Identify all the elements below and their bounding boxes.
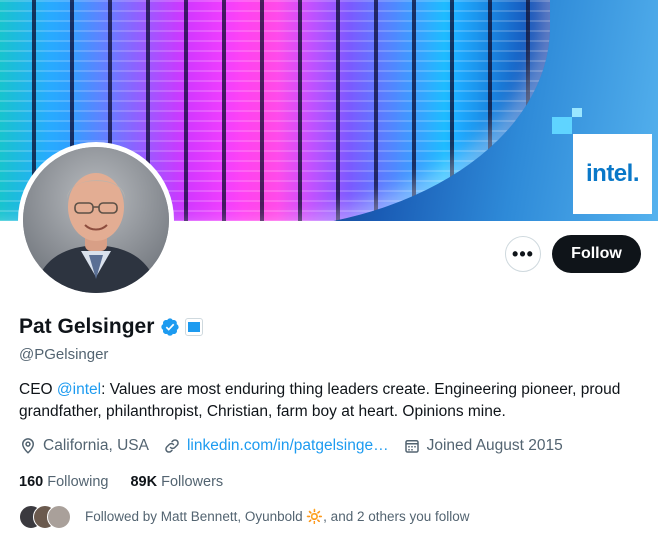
location-text: California, USA (43, 437, 149, 454)
profile-name: Pat Gelsinger (19, 315, 155, 338)
profile-website[interactable]: linkedin.com/in/patgelsinge… (163, 437, 389, 455)
bio-text: : Values are most enduring thing leaders… (19, 381, 621, 420)
following-label: Following (47, 474, 109, 490)
link-icon (165, 439, 179, 453)
profile-location: California, USA (19, 437, 149, 455)
follower-avatar (47, 505, 71, 529)
profile-handle: @PGelsinger (19, 346, 109, 363)
more-dots-icon: ••• (512, 243, 534, 264)
profile-meta: California, USA linkedin.com/in/patgelsi… (19, 437, 577, 455)
avatar[interactable] (23, 147, 169, 293)
bio-mention-link[interactable]: @intel (57, 381, 101, 398)
follow-button-label: Follow (571, 245, 622, 262)
calendar-icon (404, 440, 419, 453)
avatar-portrait (23, 147, 169, 293)
intel-logo-text: intel. (585, 160, 640, 187)
banner-decor-square (572, 108, 582, 117)
bio-prefix: CEO (19, 381, 57, 398)
profile-bio: CEO @intel: Values are most enduring thi… (19, 379, 639, 423)
intel-logo: intel. (573, 134, 652, 214)
affiliate-badge-icon[interactable] (185, 318, 204, 336)
location-pin-icon (21, 438, 35, 454)
website-link[interactable]: linkedin.com/in/patgelsinge… (187, 437, 389, 455)
follower-avatars (19, 505, 75, 529)
verified-badge-icon[interactable] (160, 317, 180, 337)
follow-button[interactable]: Follow (552, 235, 641, 273)
follow-counts: 160 Following 89K Followers (19, 474, 245, 490)
profile-name-row: Pat Gelsinger (19, 315, 204, 339)
more-options-button[interactable]: ••• (505, 236, 541, 272)
followed-by-text: Followed by Matt Bennett, Oyunbold 🔆, an… (85, 509, 470, 524)
followed-by[interactable]: Followed by Matt Bennett, Oyunbold 🔆, an… (19, 505, 470, 529)
followers-label: Followers (161, 474, 224, 490)
joined-text: Joined August 2015 (426, 437, 563, 454)
followers-link[interactable]: 89K Followers (130, 474, 223, 490)
following-link[interactable]: 160 Following (19, 474, 108, 490)
profile-joined: Joined August 2015 (403, 437, 563, 455)
following-count: 160 (19, 474, 44, 490)
banner-decor-square (552, 117, 572, 134)
followers-count: 89K (130, 474, 158, 490)
